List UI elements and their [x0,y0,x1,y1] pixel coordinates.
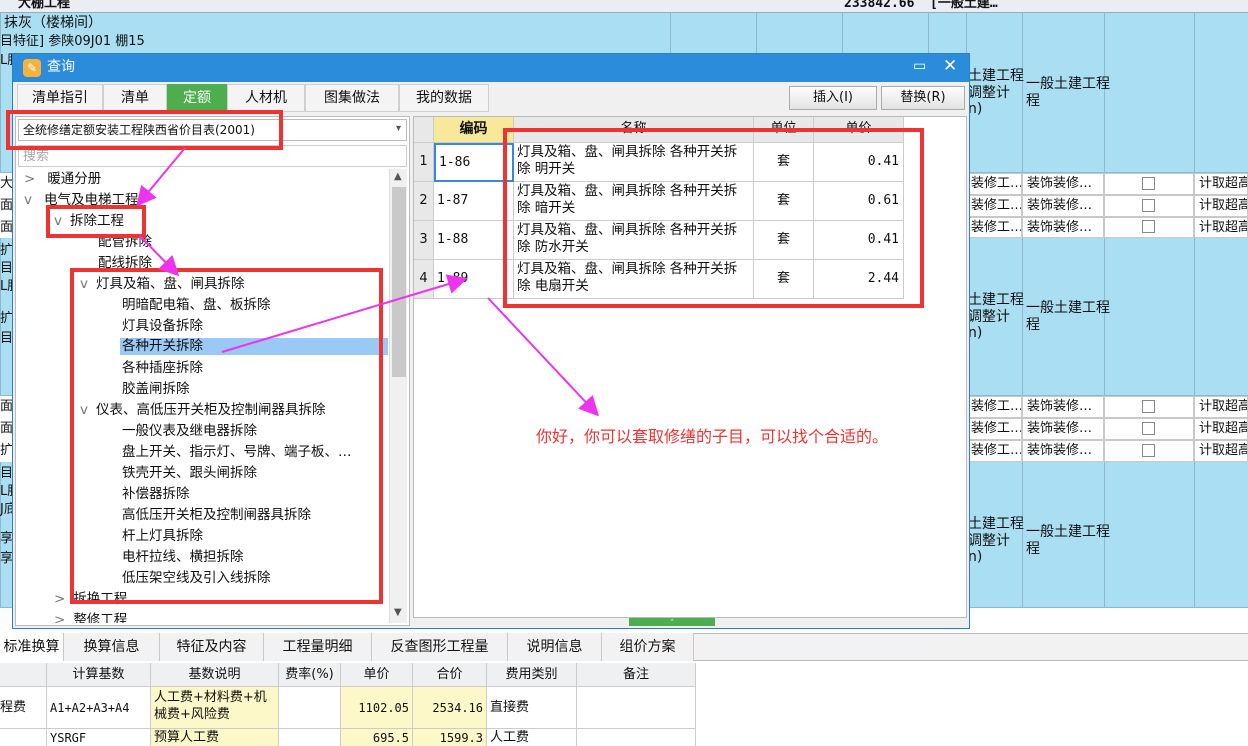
tab-quantity-detail[interactable]: 工程量明细 [264,633,372,661]
table-cell[interactable] [0,729,46,746]
tab-pricing-plan[interactable]: 组价方案 [602,633,694,661]
annotation-text: 你好，你可以套取修缮的子目，可以找个合适的。 [536,427,889,446]
table-cell[interactable]: 人工费+材料费+机械费+风险费 [150,687,278,729]
table-cell[interactable]: 程费 [0,687,46,729]
arrow [139,235,180,277]
col-header: 合价 [412,663,486,687]
col-header: 基数说明 [150,663,278,687]
tab-description[interactable]: 说明信息 [508,633,602,661]
col-header: 计算基数 [46,663,150,687]
table-cell[interactable]: 695.5 [340,729,412,746]
table-cell[interactable]: 1599.3 [412,729,486,746]
col-header: 备注 [576,663,696,687]
table-cell[interactable]: 预算人工费 [150,729,278,746]
table-cell[interactable]: A1+A2+A3+A4 [46,687,150,729]
tab-standard-conversion[interactable]: 标准换算 [0,633,64,661]
table-cell[interactable]: 2534.16 [412,687,486,729]
table-cell[interactable]: 直接费 [486,687,576,729]
table-cell[interactable] [576,729,696,746]
col-header: 单价 [340,663,412,687]
col-header: 费率(%) [278,663,340,687]
table-cell[interactable]: 1102.05 [340,687,412,729]
table-cell[interactable] [278,687,340,729]
arrow [487,297,600,417]
tab-features[interactable]: 特征及内容 [160,633,264,661]
tab-reverse-lookup[interactable]: 反查图形工程量 [372,633,508,661]
arrow [221,274,468,353]
table-cell[interactable]: YSRGF [46,729,150,746]
arrow [136,147,186,207]
table-cell[interactable] [576,687,696,729]
col-header: 费用类别 [486,663,576,687]
tab-conversion-info[interactable]: 换算信息 [64,633,160,661]
table-cell[interactable]: 人工费 [486,729,576,746]
table-cell[interactable] [278,729,340,746]
